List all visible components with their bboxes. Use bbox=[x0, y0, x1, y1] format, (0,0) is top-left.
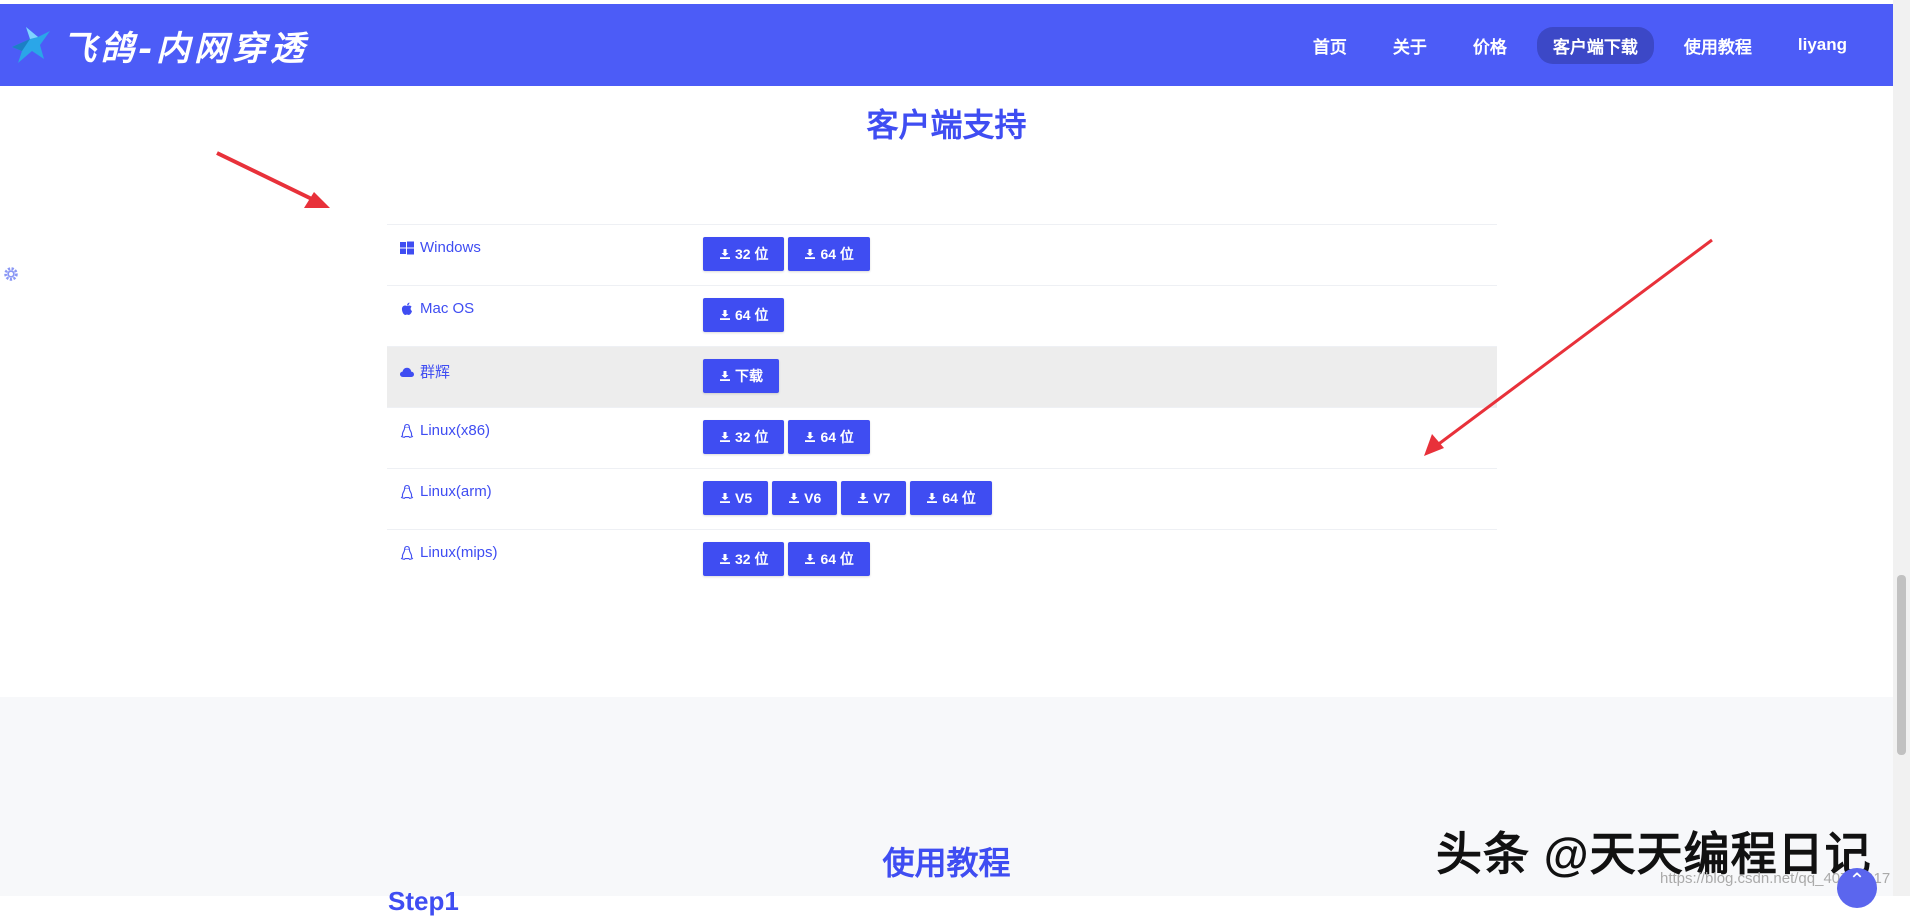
os-label[interactable]: Windows bbox=[420, 239, 481, 256]
os-cell: Windows bbox=[387, 225, 703, 256]
download-button[interactable]: 64 位 bbox=[788, 420, 870, 454]
download-button-label: 64 位 bbox=[820, 551, 854, 567]
os-cell: Linux(mips) bbox=[387, 530, 703, 561]
nav-item-2[interactable]: 价格 bbox=[1457, 27, 1523, 64]
client-table: Windows 32 位 64 位 Mac OS 64 位群辉 下载 Linux(x86) 3… bbox=[387, 224, 1497, 590]
back-to-top-button[interactable]: ⌃ bbox=[1837, 868, 1877, 908]
download-buttons: 32 位 64 位 bbox=[703, 408, 870, 454]
download-buttons: 下载 bbox=[703, 347, 779, 393]
download-button-label: 64 位 bbox=[735, 307, 769, 323]
download-button-label: V5 bbox=[735, 490, 753, 506]
os-cell: Linux(x86) bbox=[387, 408, 703, 439]
download-button[interactable]: 32 位 bbox=[703, 542, 785, 576]
download-buttons: 32 位 64 位 bbox=[703, 225, 870, 271]
download-icon bbox=[926, 492, 938, 504]
download-button[interactable]: 32 位 bbox=[703, 237, 785, 271]
client-row: Mac OS 64 位 bbox=[387, 285, 1497, 346]
download-button[interactable]: V6 bbox=[772, 481, 838, 515]
download-button-label: V6 bbox=[804, 490, 822, 506]
download-icon bbox=[804, 553, 816, 565]
client-row: Linux(arm) V5 V6 V7 64 位 bbox=[387, 468, 1497, 529]
client-row: Linux(mips) 32 位 64 位 bbox=[387, 529, 1497, 590]
os-cell: Mac OS bbox=[387, 286, 703, 317]
download-icon bbox=[788, 492, 800, 504]
apple-icon bbox=[399, 301, 415, 317]
linux-icon bbox=[399, 484, 415, 500]
os-label[interactable]: 群辉 bbox=[420, 361, 450, 382]
download-button[interactable]: 下载 bbox=[703, 359, 779, 393]
download-button-label: 64 位 bbox=[942, 490, 976, 506]
brand[interactable]: 飞鸽-内网穿透 bbox=[8, 22, 309, 69]
windows-icon bbox=[399, 240, 415, 256]
download-icon bbox=[719, 492, 731, 504]
client-section-title: 客户端支持 bbox=[866, 107, 1027, 143]
cloud-icon bbox=[399, 364, 415, 380]
download-button[interactable]: V5 bbox=[703, 481, 769, 515]
os-label[interactable]: Mac OS bbox=[420, 300, 474, 317]
step-title: Step1 bbox=[388, 886, 459, 916]
bird-logo-icon bbox=[12, 27, 50, 63]
download-icon bbox=[804, 431, 816, 443]
nav-item-4[interactable]: 使用教程 bbox=[1668, 27, 1768, 64]
download-buttons: 64 位 bbox=[703, 286, 785, 332]
os-label[interactable]: Linux(x86) bbox=[420, 422, 490, 439]
nav-item-3[interactable]: 客户端下载 bbox=[1536, 26, 1654, 64]
download-button[interactable]: 64 位 bbox=[910, 481, 992, 515]
annotation-arrow-left bbox=[216, 151, 330, 208]
download-button-label: 32 位 bbox=[735, 551, 769, 567]
nav-item-0[interactable]: 首页 bbox=[1297, 27, 1363, 64]
scrollbar-thumb[interactable] bbox=[1897, 575, 1906, 755]
os-cell: 群辉 bbox=[387, 347, 703, 382]
download-button[interactable]: 64 位 bbox=[788, 237, 870, 271]
os-label[interactable]: Linux(arm) bbox=[420, 483, 492, 500]
download-button-label: 64 位 bbox=[820, 246, 854, 262]
download-button[interactable]: 32 位 bbox=[703, 420, 785, 454]
client-row: Windows 32 位 64 位 bbox=[387, 224, 1497, 285]
download-icon bbox=[719, 431, 731, 443]
nav-item-5[interactable]: liyang bbox=[1782, 29, 1863, 61]
client-row: Linux(x86) 32 位 64 位 bbox=[387, 407, 1497, 468]
download-button[interactable]: V7 bbox=[841, 481, 907, 515]
download-button-label: 32 位 bbox=[735, 429, 769, 445]
download-icon bbox=[719, 309, 731, 321]
download-icon bbox=[719, 370, 731, 382]
nav-item-1[interactable]: 关于 bbox=[1377, 27, 1443, 64]
brand-name: 飞鸽-内网穿透 bbox=[62, 28, 309, 69]
settings-gear-icon[interactable] bbox=[2, 265, 20, 283]
os-cell: Linux(arm) bbox=[387, 469, 703, 500]
navbar: 飞鸽-内网穿透 首页 关于 价格 客户端下载 使用教程 liyang bbox=[0, 4, 1893, 86]
download-button-label: 64 位 bbox=[820, 429, 854, 445]
main-nav: 首页 关于 价格 客户端下载 使用教程 liyang bbox=[1297, 4, 1863, 86]
chevron-up-icon: ⌃ bbox=[1848, 870, 1866, 892]
download-button-label: 32 位 bbox=[735, 246, 769, 262]
page-scrollbar[interactable] bbox=[1893, 0, 1910, 896]
download-icon bbox=[804, 248, 816, 260]
download-icon bbox=[719, 248, 731, 260]
download-button[interactable]: 64 位 bbox=[788, 542, 870, 576]
client-row: 群辉 下载 bbox=[387, 346, 1497, 407]
download-buttons: V5 V6 V7 64 位 bbox=[703, 469, 992, 515]
download-button-label: 下载 bbox=[735, 368, 763, 384]
download-icon bbox=[719, 553, 731, 565]
download-button[interactable]: 64 位 bbox=[703, 298, 785, 332]
linux-icon bbox=[399, 423, 415, 439]
linux-icon bbox=[399, 545, 415, 561]
download-icon bbox=[857, 492, 869, 504]
download-button-label: V7 bbox=[873, 490, 891, 506]
download-buttons: 32 位 64 位 bbox=[703, 530, 870, 576]
os-label[interactable]: Linux(mips) bbox=[420, 544, 498, 561]
